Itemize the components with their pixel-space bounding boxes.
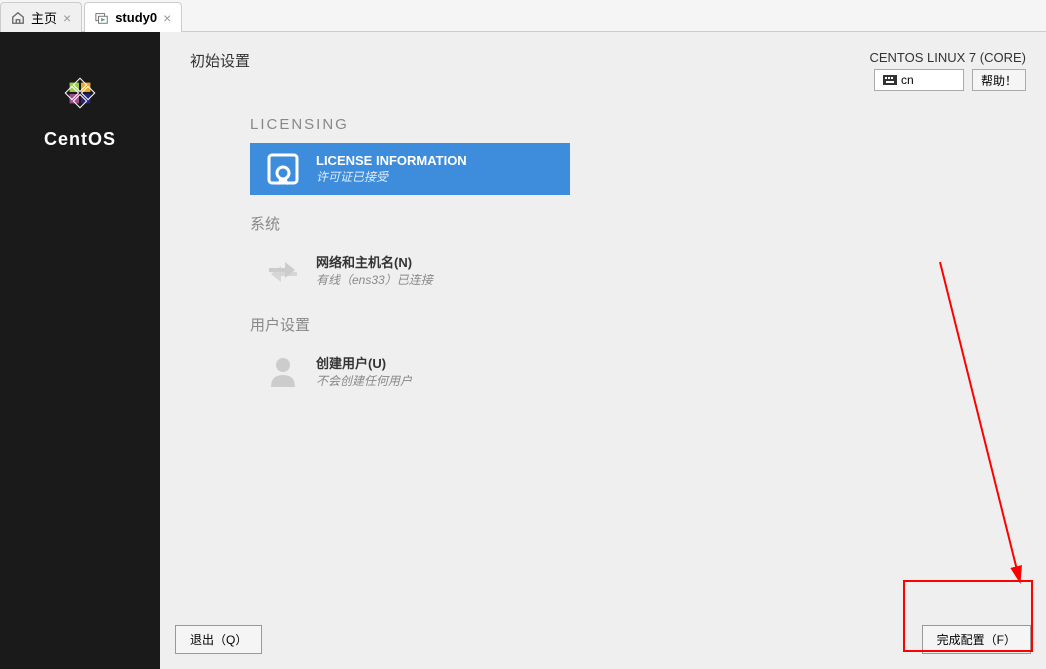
tab-home-label: 主页	[31, 8, 57, 27]
locale-selector[interactable]: cn	[874, 69, 964, 91]
user-sub: 不会创建任何用户	[316, 372, 412, 389]
tab-bar: 主页 × study0 ×	[0, 0, 1046, 32]
finish-button[interactable]: 完成配置（F）	[922, 625, 1031, 654]
sidebar: CentOS	[0, 32, 160, 669]
create-user-item[interactable]: 创建用户(U) 不会创建任何用户	[250, 345, 570, 397]
user-title: 创建用户(U)	[316, 353, 412, 372]
network-hostname-item[interactable]: 网络和主机名(N) 有线（ens33）已连接	[250, 244, 570, 296]
help-button[interactable]: 帮助！	[972, 69, 1026, 91]
tab-vm[interactable]: study0 ×	[84, 2, 182, 32]
keyboard-icon	[883, 75, 897, 85]
centos-logo-icon	[54, 67, 106, 119]
section-system-label: 系统	[250, 213, 1046, 234]
license-information-item[interactable]: LICENSE INFORMATION 许可证已接受	[250, 143, 570, 195]
network-icon	[265, 252, 301, 288]
top-header: 初始设置 CENTOS LINUX 7 (CORE) cn 帮助！	[160, 32, 1046, 96]
setup-body: LICENSING LICENSE INFORMATION 许可证已接受 系统 …	[160, 96, 1046, 397]
os-name: CENTOS LINUX 7 (CORE)	[869, 50, 1026, 65]
home-icon	[11, 11, 25, 25]
locale-text: cn	[901, 73, 914, 87]
close-icon[interactable]: ×	[63, 10, 71, 26]
exit-button[interactable]: 退出（Q）	[175, 625, 262, 654]
user-icon	[265, 353, 301, 389]
sidebar-brand: CentOS	[0, 129, 160, 150]
license-sub: 许可证已接受	[316, 168, 467, 185]
network-title: 网络和主机名(N)	[316, 252, 433, 271]
content: 初始设置 CENTOS LINUX 7 (CORE) cn 帮助！ LICENS…	[160, 32, 1046, 669]
page-title: 初始设置	[190, 50, 250, 91]
section-licensing-label: LICENSING	[250, 116, 1046, 133]
network-sub: 有线（ens33）已连接	[316, 271, 433, 288]
bottom-bar: 退出（Q） 完成配置（F）	[175, 625, 1031, 654]
main-area: CentOS 初始设置 CENTOS LINUX 7 (CORE) cn 帮助！…	[0, 32, 1046, 669]
close-icon[interactable]: ×	[163, 10, 171, 26]
license-icon	[265, 151, 301, 187]
section-user-label: 用户设置	[250, 314, 1046, 335]
license-title: LICENSE INFORMATION	[316, 153, 467, 168]
tab-vm-label: study0	[115, 10, 157, 25]
tab-home[interactable]: 主页 ×	[0, 2, 82, 32]
vm-icon	[95, 11, 109, 25]
